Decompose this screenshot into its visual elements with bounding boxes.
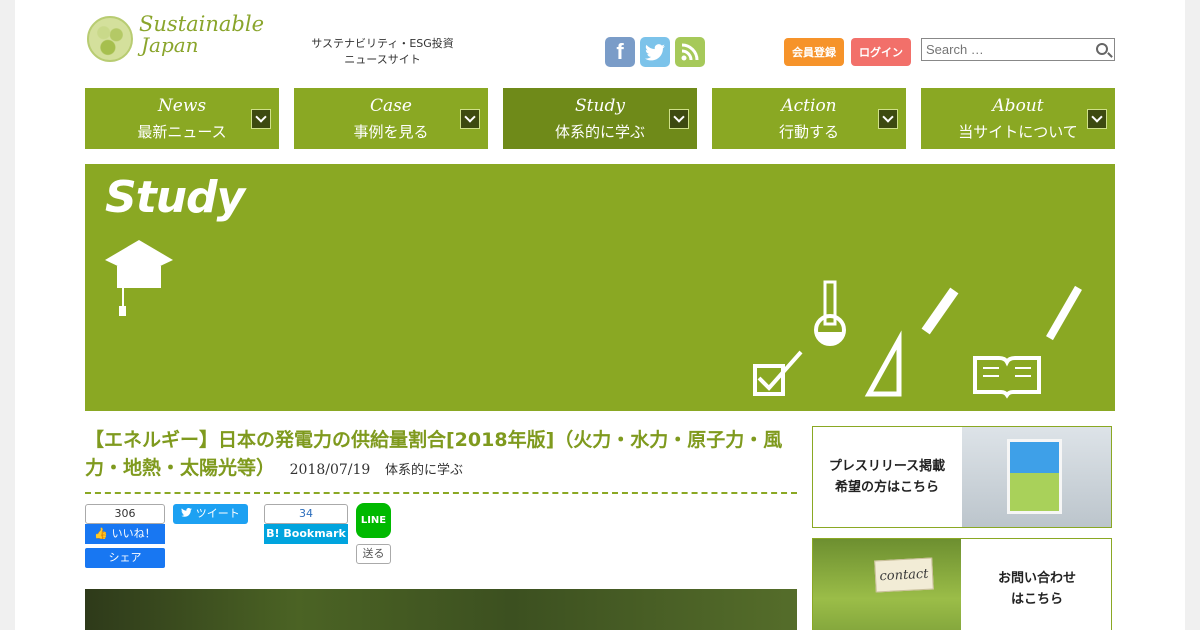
line-send-button[interactable]: 送る [356, 544, 391, 564]
search-icon[interactable] [1096, 43, 1108, 55]
divider [85, 492, 797, 494]
chevron-down-icon[interactable] [1087, 109, 1107, 129]
register-button[interactable]: 会員登録 [784, 38, 844, 66]
article-date: 2018/07/19 [289, 462, 371, 478]
page: Sustainable Japan サステナビリティ・ESG投資 ニュースサイト… [15, 0, 1185, 630]
nav-action[interactable]: Action 行動する [712, 88, 906, 149]
article-hero-image [85, 589, 797, 630]
article-category[interactable]: 体系的に学ぶ [385, 463, 463, 478]
twitter-icon[interactable] [640, 37, 670, 67]
nav-about-en: About [992, 96, 1044, 116]
nav-news-jp: 最新ニュース [137, 123, 227, 141]
site-tagline: サステナビリティ・ESG投資 ニュースサイト [305, 36, 460, 68]
hatena-count: 34 [264, 504, 348, 524]
contact-line2: はこちら [1010, 592, 1063, 607]
hatena-bookmark-label: Bookmark [283, 527, 346, 540]
open-door-image [962, 427, 1111, 527]
facebook-like-button[interactable]: 👍 いいね！ [85, 524, 165, 544]
press-release-line1: プレスリリース掲載 [828, 459, 946, 474]
rss-icon[interactable] [675, 37, 705, 67]
study-tools-icon [753, 280, 1082, 399]
press-release-text: プレスリリース掲載 希望の方はこちら [813, 427, 961, 527]
nav-study-en: Study [575, 96, 625, 116]
contact-line1: お問い合わせ [997, 571, 1076, 586]
nav-about-jp: 当サイトについて [958, 123, 1078, 141]
nav-action-jp: 行動する [778, 123, 839, 141]
chevron-down-icon[interactable] [460, 109, 480, 129]
tagline-line1: サステナビリティ・ESG投資 [311, 37, 454, 50]
hatena-bookmark-button[interactable]: B! Bookmark [264, 524, 348, 544]
logo-text: Sustainable Japan [139, 14, 264, 56]
contact-sign: contact [874, 557, 934, 593]
site-logo[interactable]: Sustainable Japan [87, 14, 267, 64]
banner-title: Study [105, 172, 245, 223]
logo-line2: Japan [141, 33, 199, 57]
contact-banner[interactable]: contact お問い合わせ はこちら [812, 538, 1112, 630]
category-banner: Study [85, 164, 1115, 411]
login-button[interactable]: ログイン [851, 38, 911, 66]
nav-action-en: Action [781, 96, 837, 116]
search-box [921, 38, 1115, 61]
chevron-down-icon[interactable] [878, 109, 898, 129]
nav-news[interactable]: News 最新ニュース [85, 88, 279, 149]
tweet-label: ツイート [195, 507, 240, 520]
facebook-like-count: 306 [85, 504, 165, 524]
tweet-button[interactable]: ツイート [173, 504, 248, 524]
nav-study[interactable]: Study 体系的に学ぶ [503, 88, 697, 149]
logo-mark-icon [87, 16, 133, 62]
nav-case-en: Case [370, 96, 412, 116]
chevron-down-icon[interactable] [251, 109, 271, 129]
thumbs-up-icon: 👍 [94, 527, 109, 540]
search-input[interactable] [922, 39, 1082, 60]
nav-study-jp: 体系的に学ぶ [554, 123, 645, 141]
contact-text: お問い合わせ はこちら [963, 539, 1111, 630]
article-title-block: 【エネルギー】日本の発電力の供給量割合[2018年版]（火力・水力・原子力・風力… [85, 426, 797, 485]
nav-news-en: News [157, 96, 207, 116]
twitter-bird-icon [181, 507, 196, 520]
press-release-banner[interactable]: プレスリリース掲載 希望の方はこちら [812, 426, 1112, 528]
graduation-cap-icon [105, 240, 173, 316]
door-icon [1007, 439, 1062, 514]
nav-case[interactable]: Case 事例を見る [294, 88, 488, 149]
nav-case-jp: 事例を見る [353, 123, 429, 141]
tagline-line2: ニュースサイト [344, 53, 421, 66]
chevron-down-icon[interactable] [669, 109, 689, 129]
facebook-share-button[interactable]: シェア [85, 548, 165, 568]
nav-about[interactable]: About 当サイトについて [921, 88, 1115, 149]
line-icon[interactable]: LINE [356, 503, 391, 538]
facebook-icon[interactable]: f [605, 37, 635, 67]
hatena-b-icon: B! [266, 527, 280, 540]
contact-sign-image: contact [813, 539, 961, 630]
facebook-like-label: いいね！ [111, 527, 156, 540]
press-release-line2: 希望の方はこちら [834, 480, 939, 495]
